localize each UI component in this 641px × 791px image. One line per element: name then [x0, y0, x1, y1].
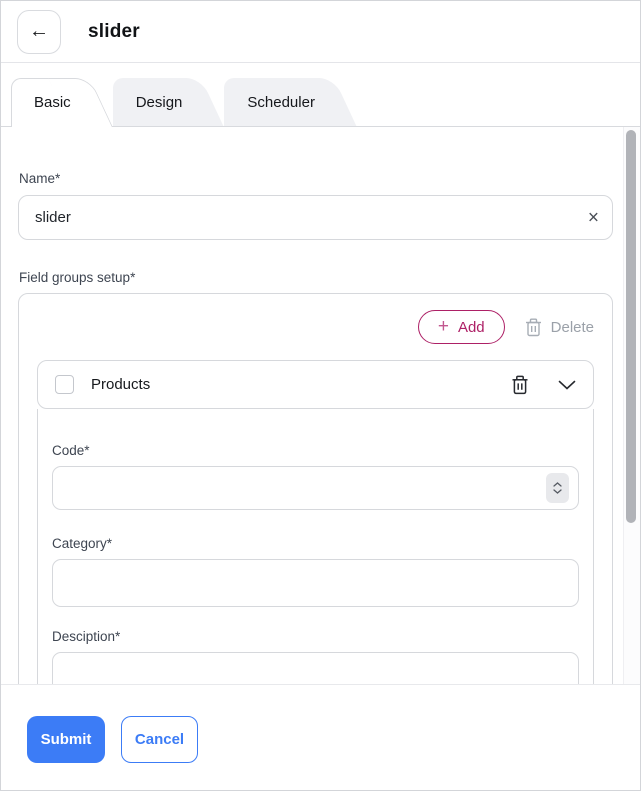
trash-icon	[525, 318, 542, 337]
category-field-label: Category*	[52, 536, 579, 551]
group-collapse-button[interactable]	[558, 380, 576, 390]
group-trash-button[interactable]	[511, 375, 529, 395]
tab-bar: Basic Design Scheduler	[1, 63, 640, 126]
arrow-left-icon: ←	[29, 20, 49, 43]
code-input-wrap	[52, 466, 579, 510]
desciption-input[interactable]	[52, 652, 579, 684]
add-button-label: Add	[458, 319, 485, 336]
tab-design[interactable]: Design	[113, 78, 225, 126]
code-input[interactable]	[52, 466, 579, 510]
category-input[interactable]	[52, 559, 579, 607]
chevron-down-icon	[553, 489, 562, 494]
field-groups-label: Field groups setup*	[19, 270, 613, 285]
code-field-label: Code*	[52, 443, 579, 458]
name-input-wrap: ×	[18, 195, 613, 240]
tab-label: Basic	[34, 94, 71, 111]
group-body: Code* Category* Desciption*	[37, 409, 594, 684]
add-group-button[interactable]: + Add	[418, 310, 505, 344]
tab-scheduler[interactable]: Scheduler	[224, 78, 357, 126]
scrollbar-thumb[interactable]	[626, 130, 636, 523]
chevron-down-icon	[558, 380, 576, 390]
tab-label: Scheduler	[247, 94, 315, 111]
number-stepper[interactable]	[546, 473, 569, 503]
chevron-up-icon	[553, 482, 562, 487]
plus-icon: +	[438, 317, 449, 336]
tab-label: Design	[136, 94, 183, 111]
back-button[interactable]: ←	[17, 10, 61, 54]
header: ← slider	[1, 1, 640, 63]
group-header-products[interactable]: Products	[37, 360, 594, 409]
footer: Submit Cancel	[1, 684, 640, 790]
slider-editor-window: ← slider Basic Design Scheduler Name* × …	[0, 0, 641, 791]
group-toolbar: + Add Delete	[37, 310, 594, 344]
name-input[interactable]	[18, 195, 613, 240]
delete-button-label: Delete	[551, 319, 594, 336]
group-checkbox[interactable]	[55, 375, 74, 394]
name-field-label: Name*	[19, 171, 613, 186]
form-scroll-area: Name* × Field groups setup* + Add	[1, 126, 640, 684]
group-title: Products	[91, 376, 511, 393]
tab-basic[interactable]: Basic	[11, 78, 113, 127]
scrollbar-track[interactable]	[623, 127, 640, 684]
field-groups-container: + Add Delete Products	[18, 293, 613, 684]
page-title: slider	[88, 21, 140, 43]
cancel-button[interactable]: Cancel	[121, 716, 198, 763]
submit-button[interactable]: Submit	[27, 716, 105, 763]
desciption-field-label: Desciption*	[52, 629, 579, 644]
clear-icon[interactable]: ×	[588, 208, 599, 227]
delete-group-button[interactable]: Delete	[525, 318, 594, 337]
trash-icon	[511, 375, 529, 395]
